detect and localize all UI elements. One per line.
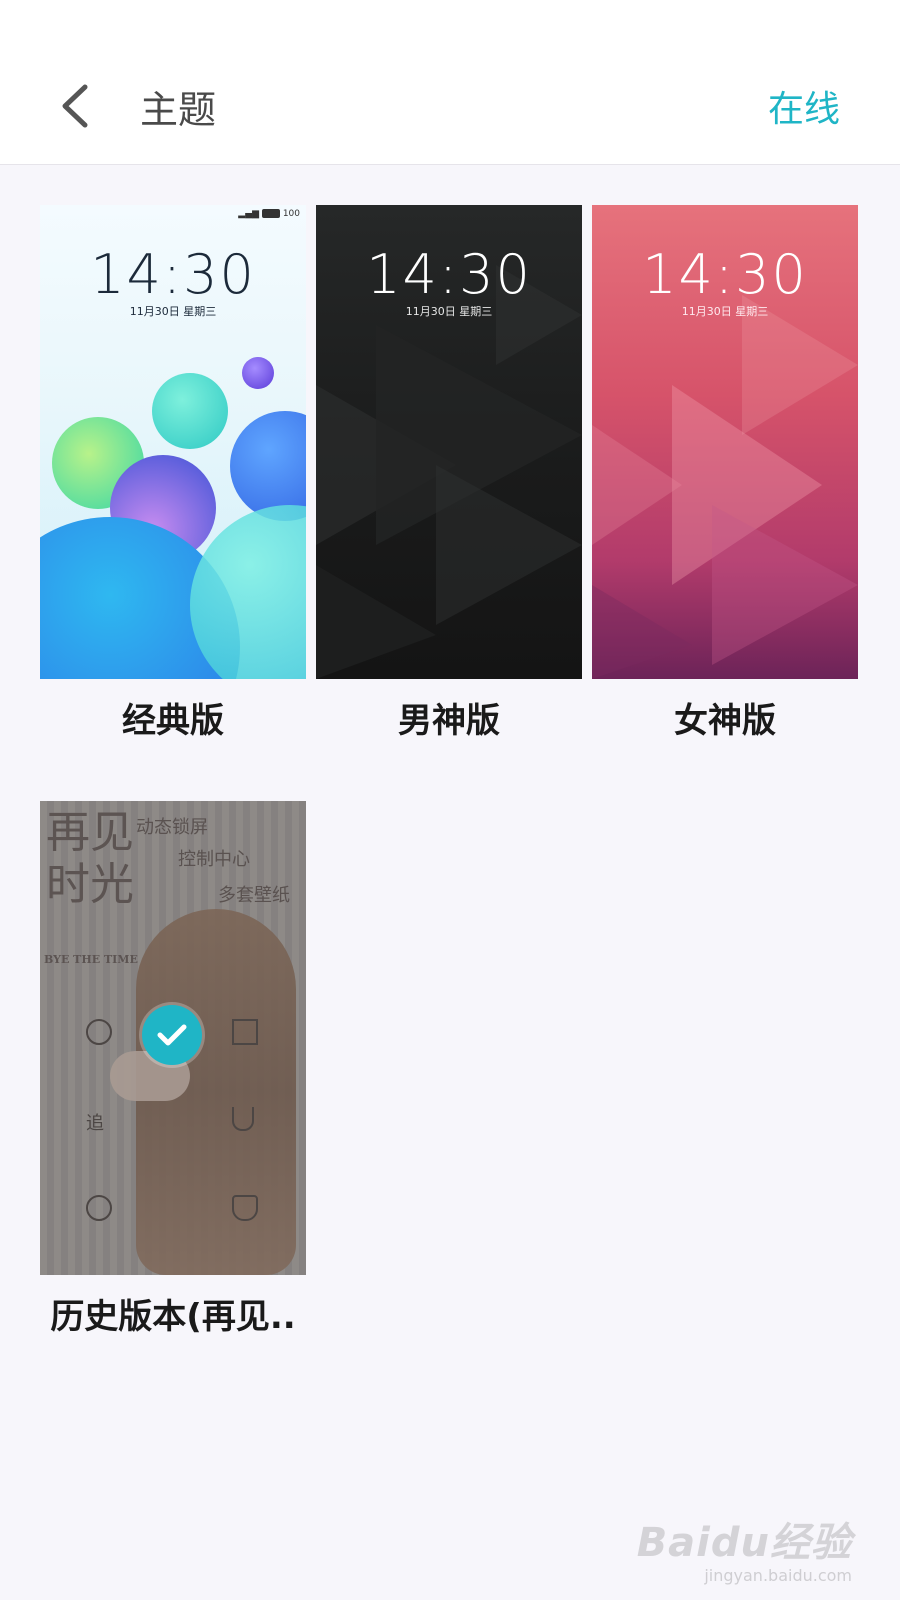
theme-card-female[interactable]: 14:30 11月30日 星期三 女神版 (592, 205, 858, 741)
preview-date: 11月30日 星期三 (405, 305, 493, 318)
selected-check-badge (142, 1005, 202, 1065)
watermark-logo: Baidu经验 (636, 1520, 852, 1566)
battery-icon (261, 209, 280, 218)
theme-label: 经典版 (122, 701, 224, 741)
preview-clock: 14:30 (642, 243, 808, 306)
theme-preview-female: 14:30 11月30日 星期三 (592, 205, 858, 679)
app-icon (232, 1107, 254, 1131)
preview-date: 11月30日 星期三 (681, 305, 769, 318)
top-bar: 主题 在线 (0, 0, 900, 165)
online-themes-link[interactable]: 在线 (768, 86, 840, 134)
preview-clock: 14:30 (366, 243, 532, 306)
signal-icon: ▂▄▆ (238, 209, 260, 219)
preview-clock: 14:30 (90, 243, 256, 306)
app-icon (232, 1019, 258, 1045)
back-button[interactable] (48, 78, 100, 134)
app-icon (232, 1195, 258, 1221)
theme-card-history[interactable]: 再见时光 BYE THE TIME 动态锁屏 控制中心 多套壁纸 追 历史版本(… (40, 801, 306, 1337)
check-icon (157, 1024, 187, 1046)
app-icon (86, 1019, 112, 1045)
bubble-art (242, 357, 274, 389)
app-icon-text: 追 (86, 1113, 104, 1134)
title-art: 再见时光 (46, 807, 134, 910)
status-bar: ▂▄▆ 100 (238, 209, 300, 219)
chevron-left-icon (62, 84, 88, 128)
theme-label: 历史版本(再见.. (50, 1297, 296, 1337)
theme-card-classic[interactable]: ▂▄▆ 100 14:30 11月30日 星期三 经典版 (40, 205, 306, 741)
feature-text: 多套壁纸 (218, 885, 290, 906)
page-title: 主题 (140, 88, 217, 132)
theme-preview-history: 再见时光 BYE THE TIME 动态锁屏 控制中心 多套壁纸 追 (40, 801, 306, 1275)
theme-card-male[interactable]: 14:30 11月30日 星期三 男神版 (316, 205, 582, 741)
preview-date: 11月30日 星期三 (129, 305, 217, 318)
feature-text: 控制中心 (178, 849, 250, 870)
theme-preview-classic: ▂▄▆ 100 14:30 11月30日 星期三 (40, 205, 306, 679)
feature-text: 动态锁屏 (136, 817, 208, 838)
watermark-url: jingyan.baidu.com (704, 1566, 852, 1585)
subtitle-text: BYE THE TIME (44, 953, 138, 966)
theme-preview-male: 14:30 11月30日 星期三 (316, 205, 582, 679)
theme-label: 男神版 (398, 701, 500, 741)
bubble-art (152, 373, 228, 449)
app-icon (86, 1195, 112, 1221)
baidu-watermark: Baidu经验 jingyan.baidu.com (637, 1510, 852, 1585)
theme-label: 女神版 (674, 701, 776, 741)
